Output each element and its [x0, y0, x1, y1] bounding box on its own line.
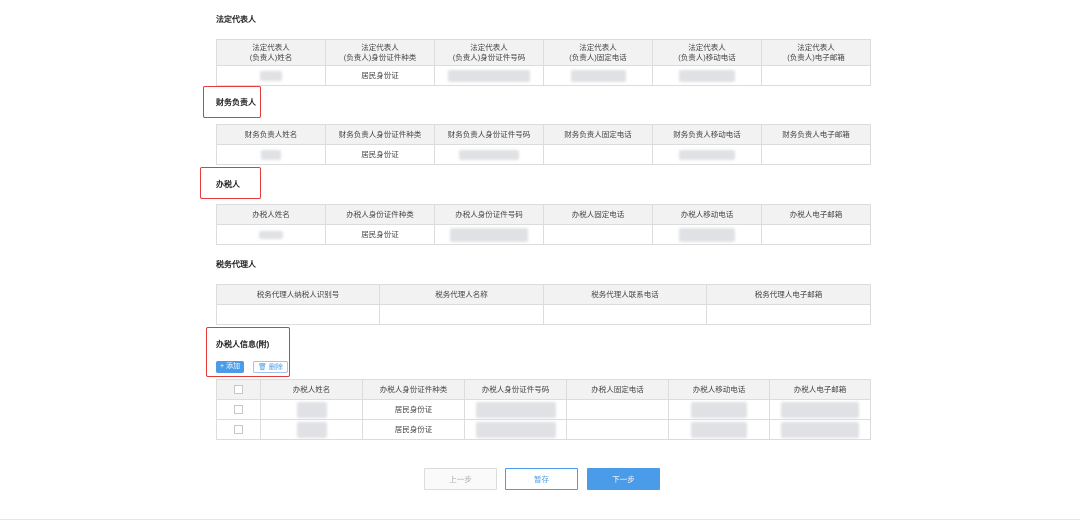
bottom-divider: [0, 519, 1080, 520]
handler-info-header-landline: 办税人固定电话: [566, 379, 669, 400]
finance-id-number-cell: [434, 144, 544, 165]
handler-info-header-name: 办税人姓名: [260, 379, 363, 400]
tax-handler-header-id-type: 办税人身份证件种类: [325, 204, 435, 225]
handler-info-id-type-cell: 居民身份证: [362, 419, 465, 440]
legal-rep-landline-cell: [543, 65, 653, 86]
section-title-tax-agent: 税务代理人: [216, 260, 256, 269]
section-title-tax-handler: 办税人: [216, 180, 240, 189]
finance-header-email: 财务负责人电子邮箱: [761, 124, 871, 145]
finance-email-cell: [761, 144, 871, 165]
handler-info-name-cell: [260, 419, 363, 440]
handler-info-mobile-cell: [668, 419, 770, 440]
legal-rep-mobile-cell: [652, 65, 762, 86]
tax-agent-table: 税务代理人纳税人识别号 税务代理人名称 税务代理人联系电话 税务代理人电子邮箱: [216, 284, 871, 325]
table-row: [216, 304, 871, 325]
row-checkbox-cell[interactable]: [216, 419, 261, 440]
table-row: 居民身份证: [216, 144, 871, 165]
section-title-legal-rep: 法定代表人: [216, 15, 256, 24]
tax-agent-name-cell[interactable]: [379, 304, 544, 325]
tax-handler-header-mobile: 办税人移动电话: [652, 204, 762, 225]
row-checkbox[interactable]: [234, 405, 243, 415]
row-checkbox-cell[interactable]: [216, 399, 261, 420]
legal-rep-header-landline: 法定代表人 (负责人)固定电话: [543, 39, 653, 66]
tax-handler-mobile-cell: [652, 224, 762, 245]
tax-handler-name-cell: [216, 224, 326, 245]
tax-handler-header-landline: 办税人固定电话: [543, 204, 653, 225]
tax-agent-header-name: 税务代理人名称: [379, 284, 544, 305]
tax-handler-header-id-number: 办税人身份证件号码: [434, 204, 544, 225]
handler-info-landline-cell: [566, 419, 669, 440]
tax-handler-landline-cell: [543, 224, 653, 245]
select-all-checkbox-cell[interactable]: [216, 379, 261, 400]
save-draft-button[interactable]: 暂存: [505, 468, 578, 490]
handler-info-landline-cell: [566, 399, 669, 420]
select-all-checkbox[interactable]: [234, 385, 243, 395]
tax-handler-email-cell: [761, 224, 871, 245]
legal-rep-id-type-cell: 居民身份证: [325, 65, 435, 86]
row-checkbox[interactable]: [234, 425, 243, 435]
handler-info-header-mobile: 办税人移动电话: [668, 379, 770, 400]
handler-info-mobile-cell: [668, 399, 770, 420]
legal-rep-header-email: 法定代表人 (负责人)电子邮箱: [761, 39, 871, 66]
handler-info-header-id-type: 办税人身份证件种类: [362, 379, 465, 400]
handler-info-table: 办税人姓名 办税人身份证件种类 办税人身份证件号码 办税人固定电话 办税人移动电…: [216, 379, 871, 440]
finance-name-cell: [216, 144, 326, 165]
tax-handler-id-number-cell: [434, 224, 544, 245]
tax-handler-header-name: 办税人姓名: [216, 204, 326, 225]
tax-agent-header-taxpayer-id: 税务代理人纳税人识别号: [216, 284, 380, 305]
table-row: 居民身份证: [216, 419, 871, 440]
table-row: 居民身份证: [216, 399, 871, 420]
handler-info-email-cell: [769, 399, 871, 420]
tax-handler-id-type-cell: 居民身份证: [325, 224, 435, 245]
tax-agent-header-phone: 税务代理人联系电话: [543, 284, 707, 305]
finance-id-type-cell: 居民身份证: [325, 144, 435, 165]
legal-rep-table: 法定代表人 (负责人)姓名 法定代表人 (负责人)身份证件种类 法定代表人 (负责人)…: [216, 39, 871, 86]
handler-info-id-type-cell: 居民身份证: [362, 399, 465, 420]
tax-agent-phone-cell[interactable]: [543, 304, 707, 325]
tax-agent-header-email: 税务代理人电子邮箱: [706, 284, 871, 305]
tax-handler-table: 办税人姓名 办税人身份证件种类 办税人身份证件号码 办税人固定电话 办税人移动电…: [216, 204, 871, 245]
handler-info-header-id-number: 办税人身份证件号码: [464, 379, 567, 400]
handler-info-email-cell: [769, 419, 871, 440]
section-title-finance: 财务负责人: [216, 98, 256, 107]
handler-info-header-email: 办税人电子邮箱: [769, 379, 871, 400]
handler-info-name-cell: [260, 399, 363, 420]
finance-landline-cell: [543, 144, 653, 165]
finance-mobile-cell: [652, 144, 762, 165]
legal-rep-header-mobile: 法定代表人 (负责人)移动电话: [652, 39, 762, 66]
finance-header-id-type: 财务负责人身份证件种类: [325, 124, 435, 145]
legal-rep-header-id-number: 法定代表人 (负责人)身份证件号码: [434, 39, 544, 66]
finance-header-name: 财务负责人姓名: [216, 124, 326, 145]
prev-step-button[interactable]: 上一步: [424, 468, 497, 490]
finance-header-mobile: 财务负责人移动电话: [652, 124, 762, 145]
add-button[interactable]: + 添加: [216, 361, 245, 373]
legal-rep-header-id-type: 法定代表人 (负责人)身份证件种类: [325, 39, 435, 66]
finance-table: 财务负责人姓名 财务负责人身份证件种类 财务负责人身份证件号码 财务负责人固定电…: [216, 124, 871, 165]
handler-info-id-number-cell: [464, 419, 567, 440]
tax-agent-taxpayer-id-cell[interactable]: [216, 304, 380, 325]
legal-rep-name-cell: [216, 65, 326, 86]
finance-header-landline: 财务负责人固定电话: [543, 124, 653, 145]
table-row: 居民身份证: [216, 224, 871, 245]
legal-rep-email-cell: [761, 65, 871, 86]
legal-rep-header-name: 法定代表人 (负责人)姓名: [216, 39, 326, 66]
section-title-handler-info: 办税人信息(附): [216, 340, 270, 349]
next-step-button[interactable]: 下一步: [587, 468, 660, 490]
table-row: 居民身份证: [216, 65, 871, 86]
finance-header-id-number: 财务负责人身份证件号码: [434, 124, 544, 145]
tax-agent-email-cell[interactable]: [706, 304, 871, 325]
legal-rep-id-number-cell: [434, 65, 544, 86]
handler-info-id-number-cell: [464, 399, 567, 420]
tax-handler-header-email: 办税人电子邮箱: [761, 204, 871, 225]
delete-button[interactable]: 🗑 删除: [253, 361, 288, 373]
